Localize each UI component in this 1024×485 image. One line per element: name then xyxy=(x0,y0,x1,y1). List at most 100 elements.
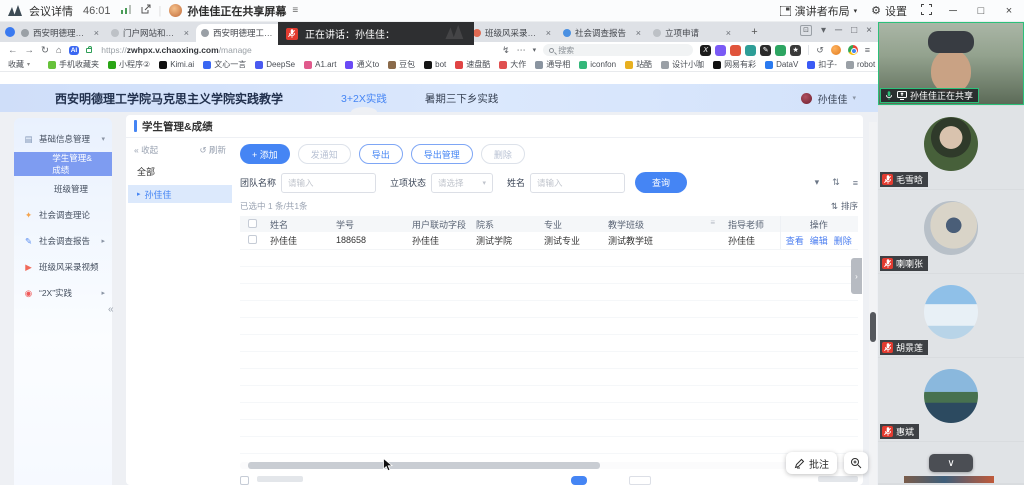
participant-tile[interactable]: 胡景莲 xyxy=(878,274,1024,357)
bolt-icon[interactable]: ↯ xyxy=(502,45,510,56)
browser-tab[interactable]: 班级风采录视频 × xyxy=(468,24,556,42)
table-column-header[interactable]: 教学班级≡ xyxy=(600,216,720,232)
view-link[interactable]: 查看 xyxy=(786,236,804,246)
select-all-header[interactable] xyxy=(240,216,262,232)
pagination-active-page[interactable] xyxy=(571,476,587,485)
shopping-extension-icon[interactable] xyxy=(831,45,841,55)
footer-checkbox[interactable] xyxy=(240,476,249,485)
chevron-down-icon[interactable]: ▾ xyxy=(533,46,537,54)
sidebar-item[interactable]: ✦ 社会调查理论 xyxy=(14,202,112,228)
bookmark-item[interactable]: bot xyxy=(424,59,446,70)
horizontal-scrollbar[interactable] xyxy=(240,462,858,469)
bookmark-item[interactable]: 扣子- xyxy=(807,59,837,70)
bookmark-item[interactable]: DataV xyxy=(765,59,798,70)
tab-group-icon[interactable]: ⊡ xyxy=(800,25,812,36)
extension-icon[interactable] xyxy=(775,45,786,56)
settings-button[interactable]: ⚙ 设置 xyxy=(871,3,907,19)
browser-close-button[interactable]: × xyxy=(866,25,872,36)
browser-tab[interactable]: 西安明德理工学院马 xyxy=(196,24,284,42)
back-icon[interactable]: ← xyxy=(8,45,18,56)
toolbar-button[interactable]: 发通知 xyxy=(298,144,351,164)
tab-close-icon[interactable]: × xyxy=(184,28,189,38)
bookmark-item[interactable]: 大作 xyxy=(499,59,526,70)
scrollbar-thumb[interactable] xyxy=(870,312,876,342)
browser-tab[interactable]: 门户网站和首页 × xyxy=(106,24,194,42)
new-tab-button[interactable]: + xyxy=(748,26,761,39)
bookmark-item[interactable]: DeepSe xyxy=(255,59,295,70)
annotate-button[interactable]: 批注 xyxy=(786,452,837,474)
undo-icon[interactable]: ↺ xyxy=(816,45,824,56)
sidebar-collapse-icon[interactable]: « xyxy=(108,304,114,315)
bookmark-item[interactable]: 网易有彩 xyxy=(713,59,756,70)
extension-icon[interactable]: ✎ xyxy=(760,45,771,56)
delete-link[interactable]: 删除 xyxy=(834,236,852,246)
url-display[interactable]: https://zwhpx.v.chaoxing.com/manage xyxy=(101,45,252,55)
bookmarks-root[interactable]: 收藏▾ xyxy=(8,59,30,70)
collapse-participants-button[interactable]: ∨ xyxy=(929,454,973,472)
row-checkbox[interactable] xyxy=(248,235,257,244)
filter-input[interactable]: 请选择 ▾ xyxy=(431,173,493,193)
browser-minimize-button[interactable]: ─ xyxy=(835,25,842,36)
extension-icon[interactable] xyxy=(745,45,756,56)
tab-search-icon[interactable]: ▾ xyxy=(821,25,826,36)
sidebar-item[interactable]: 班级管理 xyxy=(14,176,112,202)
toolbar-button[interactable]: + 添加 xyxy=(240,144,290,164)
table-column-header[interactable]: 姓名 xyxy=(262,216,328,232)
cell-teacher[interactable]: 孙佳佳 xyxy=(720,232,780,249)
toolbar-button[interactable]: 删除 xyxy=(481,144,525,164)
bookmark-item[interactable]: 速盘酷 xyxy=(455,59,490,70)
bookmark-item[interactable]: 设计小咖 xyxy=(661,59,704,70)
home-icon[interactable]: ⌂ xyxy=(56,45,62,56)
meeting-maximize-button[interactable]: □ xyxy=(974,5,988,17)
filter-expand-icon[interactable]: ▾ xyxy=(815,177,820,188)
bookmark-item[interactable]: 文心一言 xyxy=(203,59,246,70)
tab-close-icon[interactable]: × xyxy=(726,28,731,38)
bookmark-item[interactable]: 小程序② xyxy=(108,59,150,70)
sidebar-item[interactable]: ▶ 班级风采录视频 xyxy=(14,254,112,280)
tab-close-icon[interactable]: × xyxy=(546,28,551,38)
participant-tile[interactable]: 孙佳佳正在共享 xyxy=(878,22,1024,105)
toolbar-button[interactable]: 导出管理 xyxy=(411,144,473,164)
extension-icon[interactable] xyxy=(715,45,726,56)
tab-close-icon[interactable]: × xyxy=(636,28,641,38)
toolbar-button[interactable]: 导出 xyxy=(359,144,403,164)
edit-link[interactable]: 编辑 xyxy=(810,236,828,246)
bookmark-item[interactable]: Kimi.ai xyxy=(159,59,194,70)
sidebar-item[interactable]: 学生管理&成绩 xyxy=(14,152,112,176)
table-density-icon[interactable]: ≡ xyxy=(853,178,858,188)
table-column-header[interactable]: 专业 xyxy=(536,216,600,232)
bookmark-item[interactable]: iconfon xyxy=(579,59,616,70)
participant-tile[interactable]: 惠斌 xyxy=(878,358,1024,441)
extension-icon[interactable]: ★ xyxy=(790,45,801,56)
meeting-close-button[interactable]: × xyxy=(1002,5,1016,17)
sidebar-item[interactable]: ◉ “2X”实践 ▸ xyxy=(14,280,112,306)
bookmark-item[interactable]: 通义to xyxy=(345,59,379,70)
bookmark-item[interactable]: 豆包 xyxy=(388,59,415,70)
extension-icon[interactable]: X xyxy=(700,45,711,56)
browser-profile-icon[interactable] xyxy=(848,45,858,55)
browser-maximize-button[interactable]: □ xyxy=(851,25,857,36)
fullscreen-icon[interactable] xyxy=(921,4,932,18)
app-nav-item[interactable]: 暑期三下乡实践 xyxy=(425,84,499,112)
sort-link[interactable]: ⇅ 排序 xyxy=(831,200,858,212)
sidebar-item[interactable]: ▤ 基础信息管理 ▾ xyxy=(14,126,112,152)
tree-node-selected[interactable]: ▸ 孙佳佳 xyxy=(128,185,232,203)
zoom-in-button[interactable] xyxy=(844,452,868,474)
participant-tile[interactable]: 毛雪晗 xyxy=(878,106,1024,189)
search-button[interactable]: 查询 xyxy=(635,172,687,193)
table-column-header[interactable]: 操作 xyxy=(780,216,858,232)
sidebar-item[interactable]: ✎ 社会调查报告 ▸ xyxy=(14,228,112,254)
participant-tile[interactable]: 喇喇张 xyxy=(878,190,1024,273)
cell-linked-user[interactable]: 孙佳佳 xyxy=(404,232,468,249)
table-column-header[interactable]: 指导老师 xyxy=(720,216,780,232)
app-nav-item[interactable]: 3+2X实践 xyxy=(341,84,387,112)
browser-tab[interactable]: 西安明德理工学院马克思 × xyxy=(16,24,104,42)
share-external-icon[interactable] xyxy=(141,4,151,17)
table-column-header[interactable]: 院系 xyxy=(468,216,536,232)
page-jump-input[interactable] xyxy=(629,476,651,485)
pinned-tab-favicon[interactable] xyxy=(5,27,15,37)
meeting-minimize-button[interactable]: ─ xyxy=(946,5,960,17)
table-column-header[interactable]: 学号 xyxy=(328,216,404,232)
tree-collapse-button[interactable]: « 收起 xyxy=(134,144,158,156)
scrollbar-thumb[interactable] xyxy=(248,462,600,469)
